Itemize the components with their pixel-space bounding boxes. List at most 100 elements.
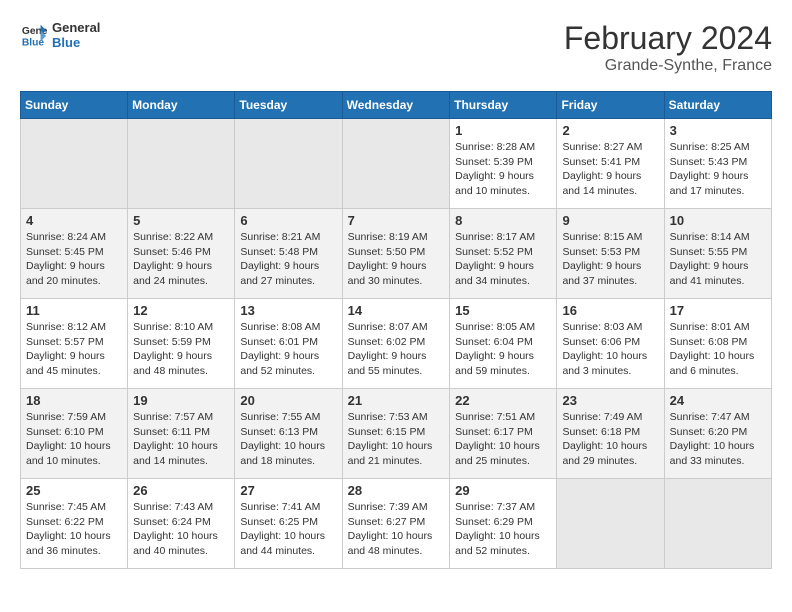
day-info: Sunrise: 7:59 AMSunset: 6:10 PMDaylight:…	[26, 410, 122, 469]
logo-blue: Blue	[52, 35, 100, 50]
day-info: Sunrise: 8:03 AMSunset: 6:06 PMDaylight:…	[562, 320, 658, 379]
logo-general: General	[52, 20, 100, 35]
day-info: Sunrise: 8:08 AMSunset: 6:01 PMDaylight:…	[240, 320, 336, 379]
col-header-monday: Monday	[128, 92, 235, 119]
calendar-cell: 18 Sunrise: 7:59 AMSunset: 6:10 PMDayligh…	[21, 389, 128, 479]
calendar-title: February 2024	[564, 20, 772, 57]
week-row-2: 4 Sunrise: 8:24 AMSunset: 5:45 PMDaylight…	[21, 209, 772, 299]
day-number: 20	[240, 393, 336, 408]
calendar-cell: 22 Sunrise: 7:51 AMSunset: 6:17 PMDayligh…	[450, 389, 557, 479]
week-row-3: 11 Sunrise: 8:12 AMSunset: 5:57 PMDayligh…	[21, 299, 772, 389]
day-number: 9	[562, 213, 658, 228]
calendar-cell: 11 Sunrise: 8:12 AMSunset: 5:57 PMDayligh…	[21, 299, 128, 389]
calendar-cell: 20Sunrise: 7:55 AMSunset: 6:13 PMDayligh…	[235, 389, 342, 479]
day-number: 10	[670, 213, 766, 228]
day-info: Sunrise: 8:24 AMSunset: 5:45 PMDaylight:…	[26, 230, 122, 289]
calendar-cell: 15 Sunrise: 8:05 AMSunset: 6:04 PMDayligh…	[450, 299, 557, 389]
day-info: Sunrise: 7:45 AMSunset: 6:22 PMDaylight:…	[26, 500, 122, 559]
day-info: Sunrise: 8:01 AMSunset: 6:08 PMDaylight:…	[670, 320, 766, 379]
week-row-1: 1 Sunrise: 8:28 AMSunset: 5:39 PMDaylight…	[21, 119, 772, 209]
col-header-friday: Friday	[557, 92, 664, 119]
col-header-tuesday: Tuesday	[235, 92, 342, 119]
calendar-table: SundayMondayTuesdayWednesdayThursdayFrid…	[20, 91, 772, 569]
calendar-cell: 26Sunrise: 7:43 AMSunset: 6:24 PMDayligh…	[128, 479, 235, 569]
day-info: Sunrise: 8:07 AMSunset: 6:02 PMDaylight:…	[348, 320, 445, 379]
calendar-cell	[342, 119, 450, 209]
calendar-cell: 6Sunrise: 8:21 AMSunset: 5:48 PMDaylight…	[235, 209, 342, 299]
calendar-cell: 7 Sunrise: 8:19 AMSunset: 5:50 PMDaylight…	[342, 209, 450, 299]
day-info: Sunrise: 8:05 AMSunset: 6:04 PMDaylight:…	[455, 320, 551, 379]
calendar-cell: 4 Sunrise: 8:24 AMSunset: 5:45 PMDaylight…	[21, 209, 128, 299]
calendar-title-block: February 2024 Grande-Synthe, France	[564, 20, 772, 75]
calendar-cell: 3 Sunrise: 8:25 AMSunset: 5:43 PMDaylight…	[664, 119, 771, 209]
calendar-cell: 21 Sunrise: 7:53 AMSunset: 6:15 PMDayligh…	[342, 389, 450, 479]
calendar-cell	[21, 119, 128, 209]
week-row-5: 25 Sunrise: 7:45 AMSunset: 6:22 PMDayligh…	[21, 479, 772, 569]
day-info: Sunrise: 7:41 AMSunset: 6:25 PMDaylight:…	[240, 500, 336, 559]
calendar-cell: 8 Sunrise: 8:17 AMSunset: 5:52 PMDaylight…	[450, 209, 557, 299]
calendar-subtitle: Grande-Synthe, France	[564, 57, 772, 75]
logo-icon: General Blue	[20, 21, 48, 49]
day-number: 19	[133, 393, 229, 408]
day-number: 4	[26, 213, 122, 228]
day-number: 28	[348, 483, 445, 498]
day-number: 11	[26, 303, 122, 318]
col-header-sunday: Sunday	[21, 92, 128, 119]
calendar-cell: 5 Sunrise: 8:22 AMSunset: 5:46 PMDaylight…	[128, 209, 235, 299]
calendar-cell: 1 Sunrise: 8:28 AMSunset: 5:39 PMDaylight…	[450, 119, 557, 209]
day-info: Sunrise: 7:51 AMSunset: 6:17 PMDaylight:…	[455, 410, 551, 469]
day-info: Sunrise: 7:37 AMSunset: 6:29 PMDaylight:…	[455, 500, 551, 559]
day-info: Sunrise: 7:49 AMSunset: 6:18 PMDaylight:…	[562, 410, 658, 469]
day-number: 15	[455, 303, 551, 318]
day-number: 18	[26, 393, 122, 408]
day-number: 22	[455, 393, 551, 408]
day-info: Sunrise: 8:25 AMSunset: 5:43 PMDaylight:…	[670, 140, 766, 199]
calendar-cell: 9 Sunrise: 8:15 AMSunset: 5:53 PMDaylight…	[557, 209, 664, 299]
col-header-wednesday: Wednesday	[342, 92, 450, 119]
col-header-saturday: Saturday	[664, 92, 771, 119]
day-number: 12	[133, 303, 229, 318]
calendar-cell: 17 Sunrise: 8:01 AMSunset: 6:08 PMDayligh…	[664, 299, 771, 389]
day-info: Sunrise: 8:28 AMSunset: 5:39 PMDaylight:…	[455, 140, 551, 199]
calendar-header-row: SundayMondayTuesdayWednesdayThursdayFrid…	[21, 92, 772, 119]
day-info: Sunrise: 8:22 AMSunset: 5:46 PMDaylight:…	[133, 230, 229, 289]
day-number: 23	[562, 393, 658, 408]
calendar-cell	[128, 119, 235, 209]
day-number: 25	[26, 483, 122, 498]
day-number: 13	[240, 303, 336, 318]
calendar-cell: 28 Sunrise: 7:39 AMSunset: 6:27 PMDayligh…	[342, 479, 450, 569]
day-number: 7	[348, 213, 445, 228]
calendar-cell: 23 Sunrise: 7:49 AMSunset: 6:18 PMDayligh…	[557, 389, 664, 479]
day-number: 1	[455, 123, 551, 138]
calendar-cell: 16Sunrise: 8:03 AMSunset: 6:06 PMDayligh…	[557, 299, 664, 389]
calendar-cell: 10Sunrise: 8:14 AMSunset: 5:55 PMDayligh…	[664, 209, 771, 299]
day-info: Sunrise: 8:12 AMSunset: 5:57 PMDaylight:…	[26, 320, 122, 379]
day-number: 3	[670, 123, 766, 138]
day-info: Sunrise: 7:39 AMSunset: 6:27 PMDaylight:…	[348, 500, 445, 559]
day-number: 21	[348, 393, 445, 408]
week-row-4: 18 Sunrise: 7:59 AMSunset: 6:10 PMDayligh…	[21, 389, 772, 479]
day-info: Sunrise: 7:57 AMSunset: 6:11 PMDaylight:…	[133, 410, 229, 469]
day-info: Sunrise: 8:17 AMSunset: 5:52 PMDaylight:…	[455, 230, 551, 289]
logo: General Blue General Blue	[20, 20, 100, 50]
col-header-thursday: Thursday	[450, 92, 557, 119]
day-info: Sunrise: 8:27 AMSunset: 5:41 PMDaylight:…	[562, 140, 658, 199]
day-info: Sunrise: 8:15 AMSunset: 5:53 PMDaylight:…	[562, 230, 658, 289]
calendar-cell: 19 Sunrise: 7:57 AMSunset: 6:11 PMDayligh…	[128, 389, 235, 479]
day-number: 8	[455, 213, 551, 228]
day-info: Sunrise: 8:10 AMSunset: 5:59 PMDaylight:…	[133, 320, 229, 379]
day-info: Sunrise: 7:43 AMSunset: 6:24 PMDaylight:…	[133, 500, 229, 559]
day-info: Sunrise: 8:21 AMSunset: 5:48 PMDaylight:…	[240, 230, 336, 289]
day-number: 24	[670, 393, 766, 408]
day-number: 29	[455, 483, 551, 498]
day-number: 17	[670, 303, 766, 318]
day-number: 2	[562, 123, 658, 138]
day-info: Sunrise: 8:19 AMSunset: 5:50 PMDaylight:…	[348, 230, 445, 289]
day-info: Sunrise: 7:53 AMSunset: 6:15 PMDaylight:…	[348, 410, 445, 469]
calendar-cell	[235, 119, 342, 209]
day-number: 5	[133, 213, 229, 228]
calendar-cell: 14Sunrise: 8:07 AMSunset: 6:02 PMDayligh…	[342, 299, 450, 389]
calendar-cell	[557, 479, 664, 569]
calendar-cell: 2 Sunrise: 8:27 AMSunset: 5:41 PMDaylight…	[557, 119, 664, 209]
calendar-cell: 27Sunrise: 7:41 AMSunset: 6:25 PMDayligh…	[235, 479, 342, 569]
